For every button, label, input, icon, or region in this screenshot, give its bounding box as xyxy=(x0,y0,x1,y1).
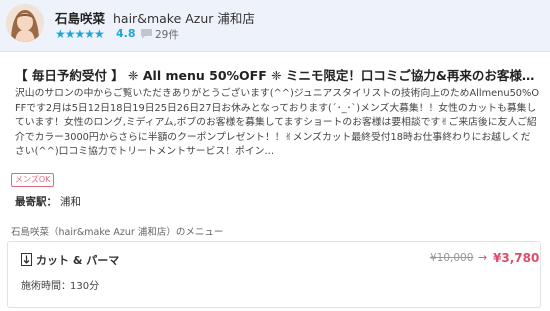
nearest-station-value: 浦和 xyxy=(60,196,81,208)
menu-tag-icon xyxy=(21,253,32,266)
menu-item-card[interactable]: カット & パーマ ¥10,000 → ¥3,780 施術時間： 130分 xyxy=(7,241,541,308)
review-count[interactable]: 29件 xyxy=(155,27,179,42)
campaign-title[interactable]: 【 毎日予約受付 】 ❈ All menu 50%OFF ❈ ミニモ限定！口コミ… xyxy=(15,65,545,84)
discounted-price: ¥3,780 xyxy=(493,251,540,265)
price-arrow: → xyxy=(478,251,488,264)
original-price: ¥10,000 xyxy=(430,252,474,264)
menu-section-title: 石島咲菜（hair&make Azur 浦和店）のメニュー xyxy=(11,227,224,238)
rating-stars: ★★★★★ xyxy=(55,27,105,41)
duration-label: 施術時間： xyxy=(21,281,71,292)
rating-value: 4.8 xyxy=(116,27,136,40)
stylist-header[interactable]: 石島咲菜 hair&make Azur 浦和店 ★★★★★ 4.8 29件 xyxy=(0,0,550,52)
duration-value: 130分 xyxy=(70,281,100,292)
mens-ok-badge: メンズOK xyxy=(11,173,55,187)
stylist-avatar[interactable] xyxy=(6,4,44,42)
stylist-name[interactable]: 石島咲菜 xyxy=(55,8,105,27)
nearest-station-label: 最寄駅： xyxy=(15,196,57,208)
salon-name[interactable]: hair&make Azur 浦和店 xyxy=(113,8,255,27)
campaign-description: 沢山のサロンの中からご覧いただきありがとうございます(^^)ジュニアスタイリスト… xyxy=(15,88,540,157)
menu-item-name[interactable]: カット & パーマ xyxy=(36,252,119,268)
comment-bubble-icon xyxy=(141,29,152,39)
